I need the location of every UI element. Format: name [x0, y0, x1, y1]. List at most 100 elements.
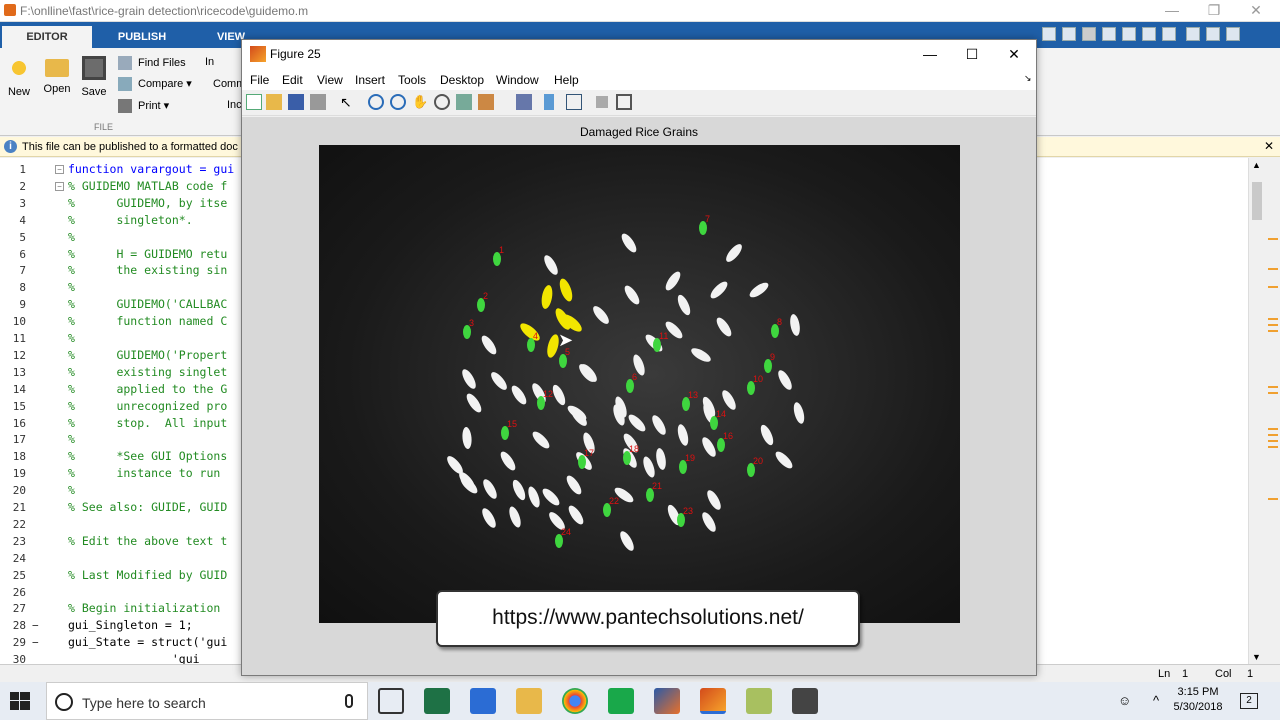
action-center-icon[interactable]: 2 — [1240, 693, 1258, 709]
code-line[interactable]: % GUIDEMO MATLAB code f — [68, 179, 227, 193]
code-line[interactable]: % GUIDEMO('Propert — [68, 348, 227, 362]
figure-close-icon[interactable]: ✕ — [994, 43, 1034, 67]
ribbon-insert-partial[interactable]: In — [205, 56, 214, 68]
code-line[interactable]: % instance to run — [68, 466, 220, 480]
paste-icon[interactable] — [1122, 27, 1136, 41]
code-line[interactable]: % GUIDEMO, by itse — [68, 196, 227, 210]
word-icon[interactable] — [470, 688, 496, 714]
scroll-up-icon[interactable]: ▲ — [1252, 160, 1261, 170]
windows-start-icon[interactable] — [10, 692, 30, 710]
code-line[interactable]: % — [68, 432, 75, 446]
show-plot-tools-icon[interactable] — [616, 94, 632, 110]
tab-publish[interactable]: PUBLISH — [100, 26, 184, 48]
figure-title-bar[interactable]: Figure 25 — ☐ ✕ — [242, 40, 1036, 70]
code-line[interactable]: % existing singlet — [68, 365, 227, 379]
menu-insert[interactable]: Insert — [355, 73, 385, 87]
colorbar-icon[interactable] — [544, 94, 554, 110]
camera-app-icon[interactable] — [792, 688, 818, 714]
file-explorer-icon[interactable] — [516, 688, 542, 714]
code-line[interactable]: gui_State = struct('gui — [68, 635, 227, 649]
code-line[interactable]: % Begin initialization — [68, 601, 220, 615]
editor-scrollbar[interactable]: ▲ ▼ — [1248, 158, 1264, 664]
warning-marker[interactable] — [1268, 268, 1278, 270]
rotate-3d-icon[interactable] — [434, 94, 450, 110]
rice-image-axes[interactable]: 1 2 3 4 5 6 7 8 9 10 11 12 13 14 15 16 17 18 19 20 21 22 23 24 — [319, 145, 960, 623]
edit-plot-arrow-icon[interactable]: ↖ — [340, 94, 356, 110]
notes-app-icon[interactable] — [746, 688, 772, 714]
quick-access-icon[interactable] — [1042, 27, 1056, 41]
print-button[interactable]: Print ▾ — [118, 97, 169, 115]
microphone-icon[interactable] — [345, 694, 353, 708]
warning-marker[interactable] — [1268, 318, 1278, 320]
fold-toggle-icon[interactable]: − — [55, 165, 64, 174]
code-line[interactable]: % See also: GUIDE, GUID — [68, 500, 227, 514]
code-line[interactable]: % *See GUI Options — [68, 449, 227, 463]
code-line[interactable]: % Last Modified by GUID — [68, 568, 227, 582]
sheets-icon[interactable] — [608, 688, 634, 714]
new-button[interactable]: New — [2, 56, 36, 98]
warning-marker[interactable] — [1268, 324, 1278, 326]
minimize-icon[interactable]: — — [1150, 0, 1194, 22]
code-line[interactable]: % — [68, 331, 75, 345]
warning-marker[interactable] — [1268, 386, 1278, 388]
warning-marker[interactable] — [1268, 434, 1278, 436]
menu-desktop[interactable]: Desktop — [440, 73, 484, 87]
compare-button[interactable]: Compare ▾ — [118, 75, 192, 93]
tray-chevron-up-icon[interactable]: ^ — [1153, 693, 1159, 708]
code-line[interactable]: % — [68, 230, 75, 244]
code-line[interactable]: % unrecognized pro — [68, 399, 227, 413]
tab-editor[interactable]: EDITOR — [2, 26, 92, 48]
warning-marker[interactable] — [1268, 286, 1278, 288]
task-view-icon[interactable] — [378, 688, 404, 714]
hide-plot-tools-icon[interactable] — [596, 96, 608, 108]
brush-icon[interactable] — [478, 94, 494, 110]
find-files-button[interactable]: Find Files — [118, 54, 186, 72]
data-cursor-icon[interactable] — [456, 94, 472, 110]
warning-marker[interactable] — [1268, 330, 1278, 332]
switch-windows-icon[interactable] — [1186, 27, 1200, 41]
menu-help[interactable]: Help — [554, 73, 579, 87]
restore-icon[interactable]: ❐ — [1192, 0, 1236, 22]
fold-toggle-icon[interactable]: − — [55, 181, 64, 191]
warning-marker[interactable] — [1268, 446, 1278, 448]
pan-hand-icon[interactable]: ✋ — [412, 94, 428, 110]
cut-icon[interactable] — [1082, 27, 1096, 41]
warning-marker[interactable] — [1268, 440, 1278, 442]
warning-marker[interactable] — [1268, 238, 1278, 240]
menu-window[interactable]: Window — [496, 73, 539, 87]
zoom-out-icon[interactable] — [390, 94, 406, 110]
open-file-icon[interactable] — [266, 94, 282, 110]
figure-minimize-icon[interactable]: — — [910, 43, 950, 67]
code-line[interactable]: % the existing sin — [68, 263, 227, 277]
new-figure-icon[interactable] — [246, 94, 262, 110]
code-line[interactable]: % — [68, 483, 75, 497]
code-line[interactable]: % Edit the above text t — [68, 534, 227, 548]
code-line[interactable]: % applied to the G — [68, 382, 227, 396]
print-figure-icon[interactable] — [310, 94, 326, 110]
zoom-in-icon[interactable] — [368, 94, 384, 110]
figure-window[interactable]: Figure 25 — ☐ ✕ File Edit View Insert To… — [241, 39, 1037, 676]
close-icon[interactable]: ✕ — [1234, 0, 1278, 22]
code-line[interactable]: % — [68, 280, 75, 294]
code-line[interactable]: gui_Singleton = 1; — [68, 618, 193, 632]
save-icon[interactable] — [1062, 27, 1076, 41]
taskbar-search-box[interactable]: Type here to search — [46, 682, 368, 720]
taskbar-clock[interactable]: 3:15 PM 5/30/2018 — [1170, 685, 1226, 715]
save-figure-icon[interactable] — [288, 94, 304, 110]
help-icon[interactable] — [1206, 27, 1220, 41]
figure-maximize-icon[interactable]: ☐ — [952, 43, 992, 67]
scrollbar-thumb[interactable] — [1252, 182, 1262, 220]
save-button[interactable]: Save — [77, 56, 111, 98]
code-line[interactable]: function varargout = gui — [68, 162, 234, 176]
code-line[interactable]: % singleton*. — [68, 213, 193, 227]
excel-icon[interactable] — [424, 688, 450, 714]
redo-icon[interactable] — [1162, 27, 1176, 41]
warning-marker[interactable] — [1268, 498, 1278, 500]
people-icon[interactable]: ☺ — [1118, 693, 1131, 708]
chrome-icon[interactable] — [562, 688, 588, 714]
code-line[interactable]: % H = GUIDEMO retu — [68, 247, 227, 261]
code-line[interactable]: % function named C — [68, 314, 227, 328]
breakpoint-dash[interactable]: − — [32, 619, 39, 632]
legend-icon[interactable] — [566, 94, 582, 110]
code-line[interactable]: % GUIDEMO('CALLBAC — [68, 297, 227, 311]
